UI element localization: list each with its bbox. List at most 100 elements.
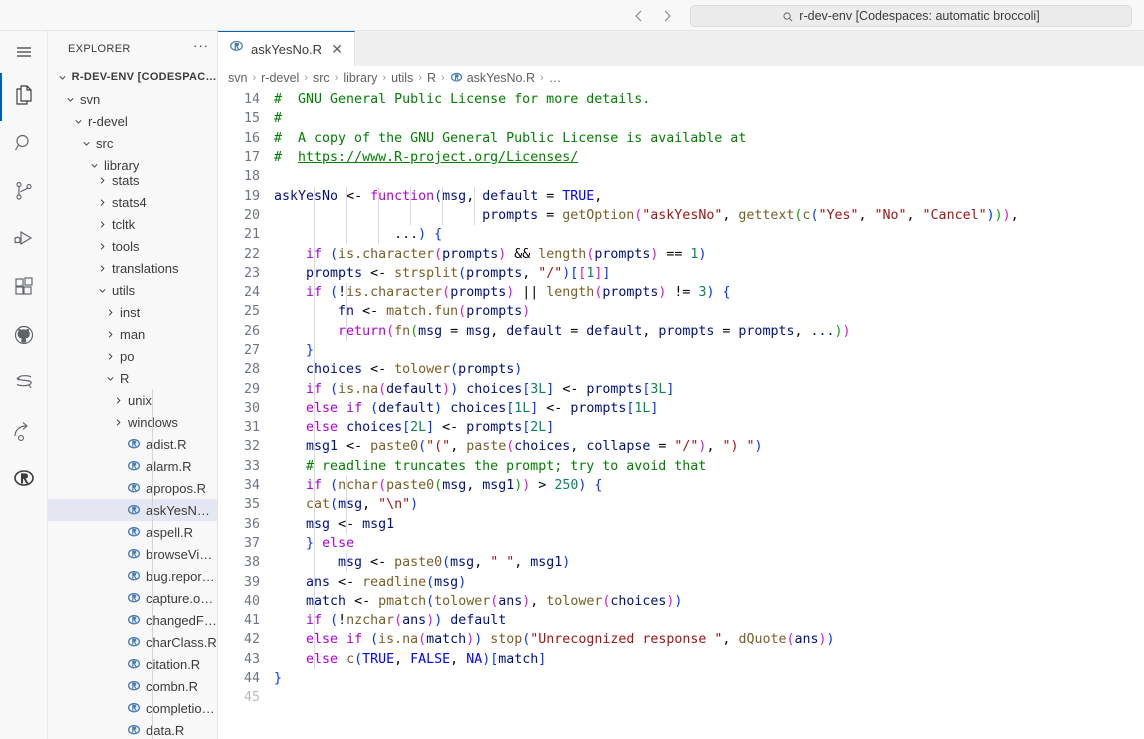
activity-sonarlint[interactable] [0,361,48,409]
code-line[interactable]: 26 return(fn(msg = msg, default = defaul… [218,322,1144,341]
activity-run-and-debug[interactable] [0,217,48,265]
tree-folder-item[interactable]: tcltk [48,213,217,235]
tree-folder-item[interactable]: tools [48,235,217,257]
code-line[interactable]: 30 else if (default) choices[1L] <- prom… [218,399,1144,418]
tree-folder-item[interactable]: r-devel [48,110,217,132]
chevron-down-icon[interactable] [72,110,84,132]
tree-file-item[interactable]: apropos.R [48,477,217,499]
tree-file-item[interactable]: alarm.R [48,455,217,477]
activity-r-language[interactable] [0,457,48,505]
code-line[interactable]: 34 if (nchar(paste0(msg, msg1)) > 250) { [218,476,1144,495]
activity-search[interactable] [0,121,48,169]
code-line[interactable]: 37 } else [218,534,1144,553]
code-editor[interactable]: 14# GNU General Public License for more … [218,90,1144,739]
code-line[interactable]: 38 msg <- paste0(msg, " ", msg1) [218,553,1144,572]
chevron-right-icon[interactable] [96,191,108,213]
explorer-more-actions-icon[interactable]: ··· [193,42,209,55]
tree-folder-item[interactable]: man [48,323,217,345]
code-line[interactable]: 20 prompts = getOption("askYesNo", gette… [218,206,1144,225]
activity-github[interactable] [0,313,48,361]
menu-hamburger-icon[interactable] [0,31,48,73]
breadcrumb-item[interactable]: R [427,71,436,85]
code-line[interactable]: 41 if (!nzchar(ans)) default [218,611,1144,630]
tree-folder-item[interactable]: stats4 [48,191,217,213]
tree-file-item[interactable]: browseVign… [48,543,217,565]
chevron-right-icon[interactable] [112,389,124,411]
code-line[interactable]: 16# A copy of the GNU General Public Lic… [218,129,1144,148]
activity-extensions[interactable] [0,265,48,313]
activity-explorer[interactable] [0,73,48,121]
tree-file-item[interactable]: askYesNo.R [48,499,217,521]
tree-file-item[interactable]: completion.R [48,697,217,719]
tree-file-item[interactable]: charClass.R [48,631,217,653]
tree-folder-item[interactable]: library [48,154,217,176]
tree-file-item[interactable]: combn.R [48,675,217,697]
breadcrumb-item[interactable]: askYesNo.R [450,71,535,85]
code-line[interactable]: 17# https://www.R-project.org/Licenses/ [218,148,1144,167]
breadcrumb-item[interactable]: r-devel [261,71,299,85]
tree-file-item[interactable]: changedFile… [48,609,217,631]
chevron-down-icon[interactable] [64,88,76,110]
activity-remote-explorer[interactable] [0,409,48,457]
tree-file-item[interactable]: bug.report.R [48,565,217,587]
code-line[interactable]: 15# [218,109,1144,128]
tree-folder-item[interactable]: unix [48,389,217,411]
activity-source-control[interactable] [0,169,48,217]
tree-folder-item[interactable]: windows [48,411,217,433]
tree-file-item[interactable]: capture.out… [48,587,217,609]
code-line[interactable]: 24 if (!is.character(prompts) || length(… [218,283,1144,302]
chevron-down-icon[interactable] [56,66,68,88]
back-button[interactable] [630,7,648,25]
code-line[interactable]: 31 else choices[2L] <- prompts[2L] [218,418,1144,437]
code-line[interactable]: 18 [218,167,1144,186]
code-line[interactable]: 19askYesNo <- function(msg, default = TR… [218,186,1144,205]
tree-folder-item[interactable]: R [48,367,217,389]
breadcrumb-item[interactable]: utils [391,71,413,85]
close-icon[interactable]: ✕ [329,41,345,57]
chevron-down-icon[interactable] [80,132,92,154]
chevron-right-icon[interactable] [96,235,108,257]
chevron-right-icon[interactable] [96,257,108,279]
code-line[interactable]: 39 ans <- readline(msg) [218,572,1144,591]
tree-file-item[interactable]: citation.R [48,653,217,675]
code-line[interactable]: 43 else c(TRUE, FALSE, NA)[match] [218,650,1144,669]
chevron-down-icon[interactable] [88,154,100,176]
code-line[interactable]: 25 fn <- match.fun(prompts) [218,302,1144,321]
breadcrumb-item[interactable]: svn [228,71,247,85]
code-line[interactable]: 29 if (is.na(default)) choices[3L] <- pr… [218,379,1144,398]
code-line[interactable]: 40 match <- pmatch(tolower(ans), tolower… [218,592,1144,611]
forward-button[interactable] [658,7,676,25]
tab-askyesno-r[interactable]: askYesNo.R ✕ [218,31,355,66]
tree-file-item[interactable]: aspell.R [48,521,217,543]
code-line[interactable]: 42 else if (is.na(match)) stop("Unrecogn… [218,630,1144,649]
tree-file-item[interactable]: data.R [48,719,217,739]
code-line[interactable]: 35 cat(msg, "\n") [218,495,1144,514]
command-center-search[interactable]: r-dev-env [Codespaces: automatic broccol… [690,5,1132,27]
code-line[interactable]: 32 msg1 <- paste0("(", paste(choices, co… [218,437,1144,456]
code-line[interactable]: 21 ...) { [218,225,1144,244]
chevron-right-icon[interactable] [96,213,108,235]
chevron-right-icon[interactable] [104,301,116,323]
code-line[interactable]: 44} [218,669,1144,688]
code-line[interactable]: 22 if (is.character(prompts) && length(p… [218,244,1144,263]
chevron-right-icon[interactable] [112,411,124,433]
chevron-down-icon[interactable] [96,279,108,301]
tree-folder-item[interactable]: po [48,345,217,367]
breadcrumb-item[interactable]: … [549,71,562,85]
code-line[interactable]: 14# GNU General Public License for more … [218,90,1144,109]
code-line[interactable]: 33 # readline truncates the prompt; try … [218,457,1144,476]
tree-root-item[interactable]: R-DEV-ENV [CODESPACES... [48,66,217,88]
chevron-down-icon[interactable] [104,367,116,389]
code-line[interactable]: 27 } [218,341,1144,360]
chevron-right-icon[interactable] [104,345,116,367]
tree-file-item[interactable]: adist.R [48,433,217,455]
code-line[interactable]: 28 choices <- tolower(prompts) [218,360,1144,379]
tree-folder-item[interactable]: translations [48,257,217,279]
tree-folder-item[interactable]: svn [48,88,217,110]
chevron-right-icon[interactable] [104,323,116,345]
breadcrumb-item[interactable]: src [313,71,330,85]
tree-folder-item[interactable]: inst [48,301,217,323]
code-line[interactable]: 45 [218,688,1144,707]
code-line[interactable]: 36 msg <- msg1 [218,515,1144,534]
tree-folder-item[interactable]: utils [48,279,217,301]
